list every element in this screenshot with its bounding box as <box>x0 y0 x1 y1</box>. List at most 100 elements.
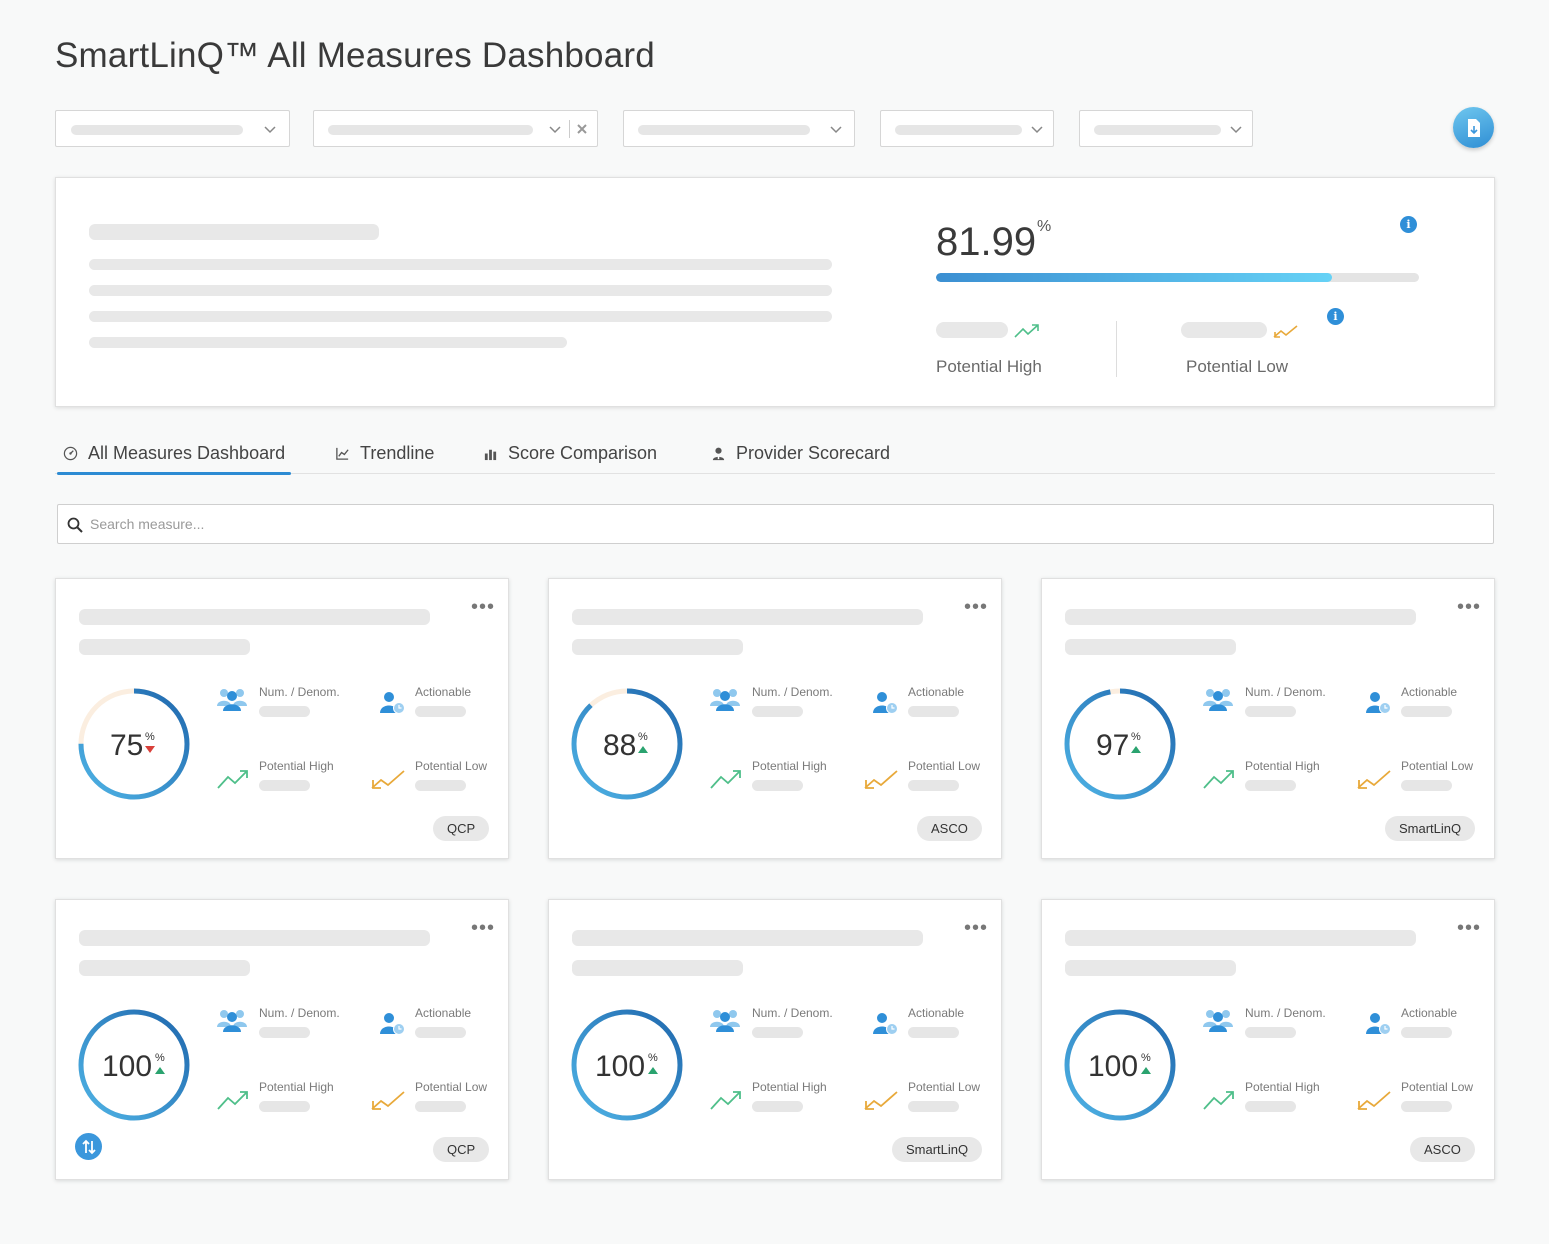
actionable-value-placeholder <box>908 706 959 717</box>
users-icon <box>217 689 247 711</box>
trend-up-icon <box>1203 1091 1234 1110</box>
trend-down-icon <box>371 770 405 789</box>
filter-dropdown-1[interactable] <box>55 110 290 147</box>
actionable-label: Actionable <box>415 1006 472 1020</box>
potential-low-value-placeholder <box>415 780 466 791</box>
num-denom-value-placeholder <box>259 706 310 717</box>
summary-text-placeholder <box>89 311 832 322</box>
search-icon <box>67 517 83 533</box>
measure-title-placeholder <box>79 609 430 625</box>
potential-low-label: Potential Low <box>908 759 981 773</box>
line-chart-icon <box>336 447 349 460</box>
sort-swap-button[interactable] <box>75 1133 102 1160</box>
summary-text-placeholder <box>89 259 832 270</box>
user-clock-icon <box>1366 692 1391 714</box>
potential-high-value-placeholder <box>259 1101 310 1112</box>
filter-dropdown-3[interactable] <box>623 110 855 147</box>
measure-card[interactable]: ••• 75 % Num. / Denom. Actionable Potent… <box>55 578 509 859</box>
actionable-value-placeholder <box>415 1027 466 1038</box>
summary-panel: 81.99 % i Potential High i Potential Low <box>55 177 1495 407</box>
measure-card[interactable]: ••• 100 % Num. / Denom. Actionable Poten… <box>1041 899 1495 1180</box>
chevron-down-icon <box>1031 126 1043 134</box>
overall-score: 81.99 <box>936 220 1037 264</box>
potential-low-value-placeholder <box>908 1101 959 1112</box>
more-options-icon[interactable]: ••• <box>964 918 988 938</box>
potential-low-label: Potential Low <box>1401 1080 1474 1094</box>
info-icon[interactable]: i <box>1327 308 1344 325</box>
potential-high-label: Potential High <box>259 1080 334 1094</box>
more-options-icon[interactable]: ••• <box>1457 597 1481 617</box>
measure-score-percent: % <box>648 1052 658 1064</box>
potential-high-value-placeholder <box>1245 1101 1296 1112</box>
trend-down-icon <box>864 1091 898 1110</box>
measure-score-percent: % <box>1141 1052 1151 1064</box>
trend-up-icon <box>155 1067 165 1074</box>
num-denom-label: Num. / Denom. <box>1245 685 1326 699</box>
more-options-icon[interactable]: ••• <box>471 597 495 617</box>
source-badge: QCP <box>433 1137 490 1162</box>
download-report-button[interactable] <box>1453 107 1494 148</box>
trend-up-icon <box>638 746 648 753</box>
overall-score-progress <box>936 273 1419 282</box>
potential-low-value-placeholder <box>415 1101 466 1112</box>
search-bar <box>57 504 1494 544</box>
num-denom-value-placeholder <box>259 1027 310 1038</box>
more-options-icon[interactable]: ••• <box>471 918 495 938</box>
filter-dropdown-4[interactable] <box>880 110 1054 147</box>
trend-up-icon <box>648 1067 658 1074</box>
potential-high-label: Potential High <box>259 759 334 773</box>
trend-up-icon <box>1014 324 1039 338</box>
potential-high-value-placeholder <box>752 1101 803 1112</box>
tab-trendline[interactable]: Trendline <box>335 443 434 474</box>
search-input[interactable] <box>90 505 1470 543</box>
measure-score: 100 <box>102 1050 153 1083</box>
measure-card[interactable]: ••• 97 % Num. / Denom. Actionable Potent… <box>1041 578 1495 859</box>
measure-title-placeholder <box>572 930 923 946</box>
filter-dropdown-2[interactable] <box>313 110 598 147</box>
filter-placeholder <box>1094 125 1221 135</box>
chevron-down-icon <box>549 126 561 134</box>
divider <box>1116 321 1117 377</box>
summary-text-placeholder <box>89 337 567 348</box>
measure-score: 97 <box>1096 729 1130 762</box>
users-icon <box>217 1010 247 1032</box>
potential-high-label: Potential High <box>1245 1080 1320 1094</box>
measure-card[interactable]: ••• 88 % Num. / Denom. Actionable Potent… <box>548 578 1002 859</box>
trend-down-icon <box>145 746 155 753</box>
users-icon <box>710 689 740 711</box>
potential-high-value-placeholder <box>752 780 803 791</box>
potential-high-label: Potential High <box>752 1080 827 1094</box>
measure-card[interactable]: ••• 100 % Num. / Denom. Actionable Poten… <box>55 899 509 1180</box>
actionable-label: Actionable <box>1401 685 1458 699</box>
tab-provider-scorecard[interactable]: Provider Scorecard <box>711 443 890 474</box>
source-badge: SmartLinQ <box>892 1137 983 1162</box>
potential-high-label: Potential High <box>1245 759 1320 773</box>
potential-low-label: Potential Low <box>1401 759 1474 773</box>
info-icon[interactable]: i <box>1400 216 1417 233</box>
filter-placeholder <box>328 125 533 135</box>
tab-all-measures-dashboard[interactable]: All Measures Dashboard <box>56 443 292 475</box>
summary-text-placeholder <box>89 285 832 296</box>
num-denom-label: Num. / Denom. <box>259 1006 340 1020</box>
trend-down-icon <box>371 1091 405 1110</box>
potential-high-value-placeholder <box>936 322 1008 338</box>
measure-score: 75 <box>110 729 144 762</box>
actionable-label: Actionable <box>908 685 965 699</box>
filter-dropdown-5[interactable] <box>1079 110 1253 147</box>
more-options-icon[interactable]: ••• <box>1457 918 1481 938</box>
measure-title-placeholder <box>572 609 923 625</box>
num-denom-label: Num. / Denom. <box>752 1006 833 1020</box>
measure-card[interactable]: ••• 100 % Num. / Denom. Actionable Poten… <box>548 899 1002 1180</box>
more-options-icon[interactable]: ••• <box>964 597 988 617</box>
page-title: SmartLinQ™ All Measures Dashboard <box>55 36 655 75</box>
measure-score: 100 <box>1088 1050 1139 1083</box>
source-badge: ASCO <box>1410 1137 1475 1162</box>
measure-score: 100 <box>595 1050 646 1083</box>
actionable-label: Actionable <box>415 685 472 699</box>
measure-score-percent: % <box>145 731 155 743</box>
clear-icon[interactable] <box>575 122 589 136</box>
overall-score-progress-fill <box>936 273 1332 282</box>
measure-score: 88 <box>603 729 637 762</box>
trend-up-icon <box>710 1091 741 1110</box>
tab-score-comparison[interactable]: Score Comparison <box>483 443 657 474</box>
